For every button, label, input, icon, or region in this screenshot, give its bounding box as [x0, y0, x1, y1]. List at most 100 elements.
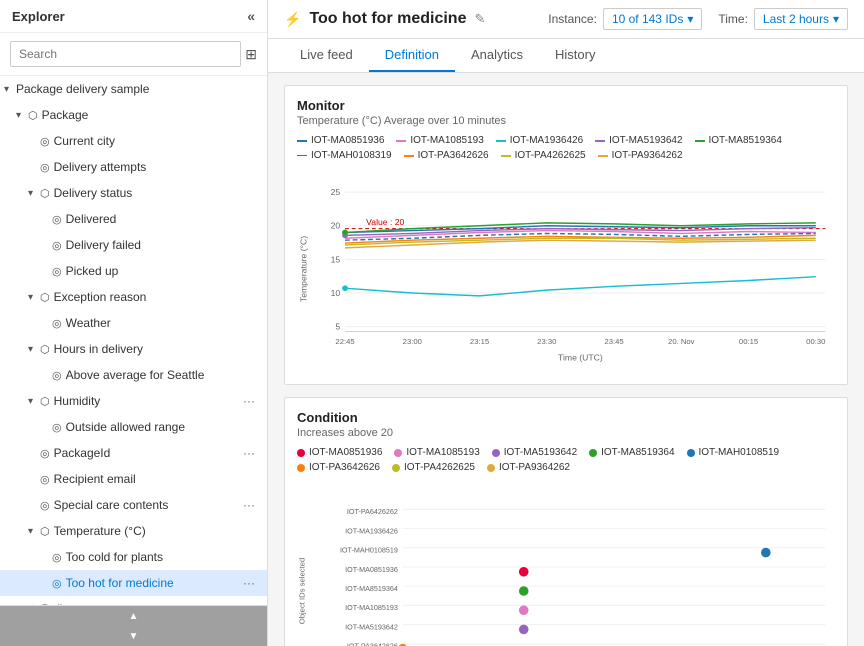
main-content-area: Monitor Temperature (°C) Average over 10…: [268, 73, 864, 646]
cond-legend-7: IOT-PA9364262: [487, 462, 570, 473]
tree-item-packageid[interactable]: ▸ ◎ PackageId ···: [0, 440, 267, 466]
svg-text:IOT-MA0851936: IOT-MA0851936: [345, 565, 398, 574]
legend-color-7: [501, 155, 511, 157]
tree-root[interactable]: ▾ Package delivery sample: [0, 76, 267, 102]
tree-item-delivery-events[interactable]: ▾ ⬡ Delivery events: [0, 596, 267, 605]
tree-item-above-avg-seattle[interactable]: ▸ ◎ Above average for Seattle: [0, 362, 267, 388]
monitor-title: Monitor: [297, 98, 835, 113]
search-input[interactable]: [10, 41, 241, 67]
sidebar: Explorer « ⊞ ▾ Package delivery sample ▾…: [0, 0, 268, 646]
tab-definition[interactable]: Definition: [369, 39, 455, 72]
cond-legend-2: IOT-MA5193642: [492, 447, 577, 458]
tree-item-temperature[interactable]: ▾ ⬡ Temperature (°C): [0, 518, 267, 544]
packageid-more-icon[interactable]: ···: [239, 446, 259, 460]
monitor-chart-svg: Temperature (°C) 25 20 15 10 5 Value : 2…: [297, 169, 835, 369]
cond-legend-5: IOT-PA3642626: [297, 462, 380, 473]
tab-analytics[interactable]: Analytics: [455, 39, 539, 72]
tree-item-too-hot-medicine[interactable]: ▸ ◎ Too hot for medicine ···: [0, 570, 267, 596]
legend-color-8: [598, 155, 608, 157]
cond-color-7: [487, 464, 495, 472]
svg-text:Object IDs selected: Object IDs selected: [298, 558, 307, 625]
alert-icon: ⚡: [284, 11, 301, 28]
scroll-down-arrow[interactable]: ▼: [0, 626, 267, 646]
legend-item-3: IOT-MA5193642: [595, 135, 682, 146]
condition-chart-container: Object IDs selected IOT-PA6426262 IOT-MA…: [297, 481, 835, 646]
legend-item-2: IOT-MA1936426: [496, 135, 583, 146]
tree-item-special-care[interactable]: ▸ ◎ Special care contents ···: [0, 492, 267, 518]
tree-item-outside-allowed[interactable]: ▸ ◎ Outside allowed range: [0, 414, 267, 440]
cond-color-0: [297, 449, 305, 457]
special-care-more-icon[interactable]: ···: [239, 498, 259, 512]
tree-item-picked-up[interactable]: ▸ ◎ Picked up: [0, 258, 267, 284]
svg-text:23:00: 23:00: [403, 337, 422, 346]
condition-title: Condition: [297, 410, 835, 425]
cond-color-2: [492, 449, 500, 457]
svg-text:00:30: 00:30: [806, 337, 825, 346]
legend-color-1: [396, 140, 406, 142]
svg-text:10: 10: [331, 288, 341, 298]
legend-item-4: IOT-MA8519364: [695, 135, 782, 146]
legend-color-3: [595, 140, 605, 142]
condition-chart-svg: Object IDs selected IOT-PA6426262 IOT-MA…: [297, 481, 835, 646]
legend-item-6: IOT-PA3642626: [404, 150, 489, 161]
legend-color-6: [404, 155, 414, 157]
tree-item-recipient-email[interactable]: ▸ ◎ Recipient email: [0, 466, 267, 492]
main-header: ⚡ Too hot for medicine ✎ Instance: 10 of…: [268, 0, 864, 39]
svg-text:20. Nov: 20. Nov: [668, 337, 695, 346]
tree-item-hours-in-delivery[interactable]: ▾ ⬡ Hours in delivery: [0, 336, 267, 362]
humidity-more-icon[interactable]: ···: [239, 394, 259, 408]
sidebar-title: Explorer: [12, 9, 65, 24]
tab-live-feed[interactable]: Live feed: [284, 39, 369, 72]
monitor-chart-container: Temperature (°C) 25 20 15 10 5 Value : 2…: [297, 169, 835, 372]
time-value: Last 2 hours: [763, 12, 829, 26]
time-control: Time: Last 2 hours ▾: [718, 8, 848, 30]
condition-card: Condition Increases above 20 IOT-MA08519…: [284, 397, 848, 646]
tree-item-delivery-attempts[interactable]: ▸ ◎ Delivery attempts: [0, 154, 267, 180]
svg-text:Time (UTC): Time (UTC): [558, 352, 603, 362]
instance-chevron: ▾: [687, 12, 693, 26]
tree-item-weather[interactable]: ▸ ◎ Weather ···: [0, 310, 267, 336]
legend-item-0: IOT-MA0851936: [297, 135, 384, 146]
svg-text:Temperature (°C): Temperature (°C): [299, 236, 309, 302]
filter-icon[interactable]: ⊞: [245, 46, 257, 63]
legend-color-4: [695, 140, 705, 142]
monitor-legend: IOT-MA0851936 IOT-MA1085193 IOT-MA193642…: [297, 135, 835, 161]
cond-legend-4: IOT-MAH0108519: [687, 447, 780, 458]
svg-text:22:45: 22:45: [335, 337, 354, 346]
condition-subtitle: Increases above 20: [297, 427, 835, 439]
tree-item-delivery-status[interactable]: ▾ ⬡ Delivery status: [0, 180, 267, 206]
scroll-up-arrow[interactable]: ▲: [0, 606, 267, 626]
time-chevron: ▾: [833, 12, 839, 26]
svg-text:15: 15: [331, 254, 341, 264]
svg-text:23:15: 23:15: [470, 337, 489, 346]
svg-text:IOT-MAH0108519: IOT-MAH0108519: [340, 546, 398, 555]
edit-icon[interactable]: ✎: [474, 11, 485, 27]
sidebar-search-container: ⊞: [0, 33, 267, 76]
tree-item-too-cold-plants[interactable]: ▸ ◎ Too cold for plants: [0, 544, 267, 570]
svg-text:IOT-MA1936426: IOT-MA1936426: [345, 526, 398, 535]
svg-text:20: 20: [331, 221, 341, 231]
header-controls: Instance: 10 of 143 IDs ▾ Time: Last 2 h…: [548, 8, 848, 30]
sidebar-collapse-icon[interactable]: «: [247, 8, 255, 24]
svg-text:23:45: 23:45: [604, 337, 623, 346]
tree-item-humidity[interactable]: ▾ ⬡ Humidity ···: [0, 388, 267, 414]
svg-text:00:15: 00:15: [739, 337, 758, 346]
instance-dropdown[interactable]: 10 of 143 IDs ▾: [603, 8, 702, 30]
tree-item-exception-reason[interactable]: ▾ ⬡ Exception reason: [0, 284, 267, 310]
tree-item-package[interactable]: ▾ ⬡ Package: [0, 102, 267, 128]
too-hot-more-icon[interactable]: ···: [239, 576, 259, 590]
svg-text:23:30: 23:30: [537, 337, 556, 346]
tree-item-delivery-failed[interactable]: ▸ ◎ Delivery failed: [0, 232, 267, 258]
cond-legend-0: IOT-MA0851936: [297, 447, 382, 458]
tab-history[interactable]: History: [539, 39, 611, 72]
tree-item-current-city[interactable]: ▸ ◎ Current city: [0, 128, 267, 154]
cond-legend-6: IOT-PA4262625: [392, 462, 475, 473]
svg-text:5: 5: [335, 322, 340, 332]
svg-text:IOT-MA1085193: IOT-MA1085193: [345, 603, 398, 612]
cond-color-3: [589, 449, 597, 457]
instance-label: Instance:: [548, 12, 597, 26]
time-dropdown[interactable]: Last 2 hours ▾: [754, 8, 848, 30]
tree-item-delivered[interactable]: ▸ ◎ Delivered: [0, 206, 267, 232]
legend-item-8: IOT-PA9364262: [598, 150, 683, 161]
svg-text:IOT-PA3642626: IOT-PA3642626: [347, 642, 398, 646]
